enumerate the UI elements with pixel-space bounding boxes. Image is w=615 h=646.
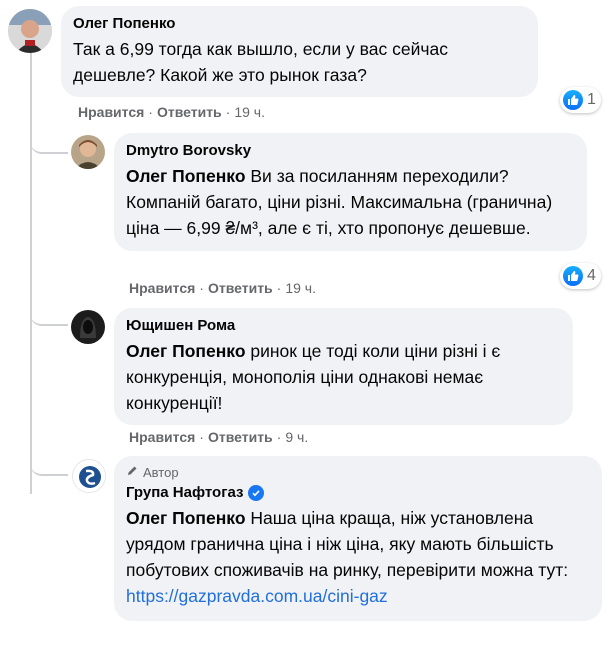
thread-connector [30,458,68,476]
thread-connector [30,136,68,154]
reaction-count-value: 4 [587,267,596,284]
comment-author[interactable]: Ющишен Рома [126,316,561,336]
comment-bubble: Dmytro Borovsky Олег Попенко Ви за посил… [114,133,587,251]
thread-connector [30,308,68,326]
pencil-icon [126,464,139,481]
reply-button[interactable]: Ответить [208,280,273,296]
author-badge: Автор [126,464,590,481]
comment-author[interactable]: Олег Попенко [73,14,526,34]
avatar[interactable] [72,459,106,493]
comment-time[interactable]: 19 ч. [285,280,316,296]
comment-author-row: Група Нафтогаз [126,483,590,503]
avatar[interactable] [8,9,52,53]
comment-actions: Нравится · Ответить · 19 ч. [78,104,265,120]
avatar[interactable] [71,310,105,344]
comment-actions: Нравится · Ответить · 9 ч. [129,429,309,445]
comment-author[interactable]: Dmytro Borovsky [126,141,575,161]
comment-mention[interactable]: Олег Попенко [126,341,246,361]
reply-button[interactable]: Ответить [208,429,273,445]
author-badge-label: Автор [143,464,179,480]
reply-button[interactable]: Ответить [157,104,222,120]
like-icon [563,266,583,286]
comment-text-wrap: Олег Попенко Наша ціна краща, ніж устано… [126,505,590,609]
comment-time[interactable]: 19 ч. [234,104,265,120]
comment-link[interactable]: https://gazpravda.com.ua/cini-gaz [126,586,388,606]
comment-actions: Нравится · Ответить · 19 ч. [129,280,316,296]
like-button[interactable]: Нравится [129,280,195,296]
reaction-count[interactable]: 4 [560,263,601,289]
comment-text-wrap: Олег Попенко Ви за посиланням переходили… [126,163,575,241]
comment-time[interactable]: 9 ч. [285,429,308,445]
comment-author[interactable]: Група Нафтогаз [126,483,243,503]
reaction-count-value: 1 [587,91,596,108]
reaction-count[interactable]: 1 [560,87,601,113]
comment-mention[interactable]: Олег Попенко [126,508,246,528]
comment-bubble: Олег Попенко Так а 6,99 тогда как вышло,… [61,6,538,97]
comment-text: Так а 6,99 тогда как вышло, если у вас с… [73,39,448,85]
verified-badge-icon [248,485,265,501]
comment-text-wrap: Олег Попенко ринок це тоді коли ціни різ… [126,338,561,416]
like-button[interactable]: Нравится [129,429,195,445]
comment-mention[interactable]: Олег Попенко [126,166,246,186]
thread-line [30,52,32,494]
like-button[interactable]: Нравится [78,104,144,120]
avatar[interactable] [71,135,105,169]
like-icon [563,90,583,110]
comment-bubble: Автор Група Нафтогаз Олег Попенко Наша ц… [114,456,602,621]
comment-bubble: Ющишен Рома Олег Попенко ринок це тоді к… [114,308,573,425]
